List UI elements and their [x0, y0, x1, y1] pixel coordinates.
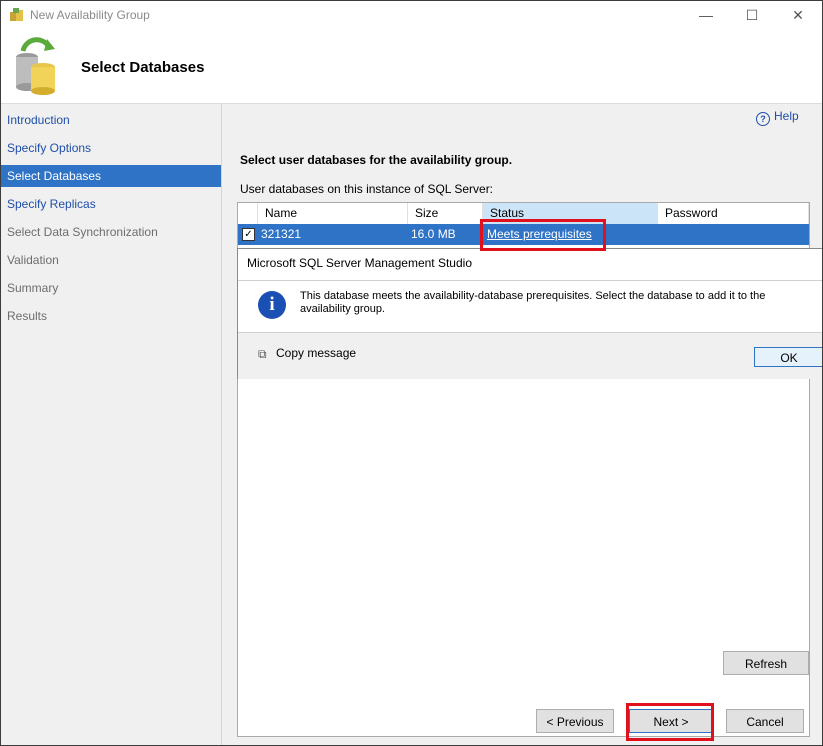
grid-caption: User databases on this instance of SQL S…	[240, 182, 494, 196]
help-icon: ?	[756, 112, 770, 126]
dialog-message: This database meets the availability-dat…	[300, 290, 766, 315]
help-link[interactable]: ? Help	[756, 109, 799, 126]
cancel-button[interactable]: Cancel	[726, 709, 804, 733]
column-header-name[interactable]: Name	[258, 203, 408, 224]
dialog-body: i This database meets the availability-d…	[238, 280, 822, 333]
cell-name: 321321	[261, 227, 302, 241]
copy-icon[interactable]: ⧉	[258, 347, 270, 361]
dialog-footer: ⧉ Copy message OK	[238, 332, 822, 379]
ok-button[interactable]: OK	[754, 347, 822, 367]
nav-item-select-data-synchronization: Select Data Synchronization	[7, 225, 158, 239]
refresh-button[interactable]: Refresh	[723, 651, 809, 675]
message-dialog: Microsoft SQL Server Management Studio i…	[237, 248, 822, 379]
column-header-size[interactable]: Size	[408, 203, 483, 224]
minimize-button[interactable]: —	[683, 1, 729, 29]
wizard-nav: Introduction Specify Options Select Data…	[1, 104, 222, 745]
column-header-select[interactable]	[238, 203, 258, 224]
title-bar: New Availability Group — ☐ ✕	[1, 1, 822, 29]
next-highlight	[626, 703, 714, 741]
window-title: New Availability Group	[30, 8, 150, 22]
dialog-title: Microsoft SQL Server Management Studio	[247, 256, 472, 270]
nav-item-specify-options[interactable]: Specify Options	[1, 137, 221, 159]
maximize-button[interactable]: ☐	[729, 1, 775, 29]
nav-item-summary: Summary	[7, 281, 59, 295]
page-title: Select Databases	[81, 59, 205, 76]
column-header-password[interactable]: Password	[658, 203, 809, 224]
main-panel: ? Help Select user databases for the avai…	[222, 104, 822, 745]
help-label: Help	[774, 109, 799, 123]
nav-item-results: Results	[7, 309, 48, 323]
nav-item-introduction[interactable]: Introduction	[1, 109, 221, 131]
database-sync-icon	[16, 37, 55, 95]
previous-button[interactable]: < Previous	[536, 709, 614, 733]
status-highlight	[480, 219, 606, 251]
app-icon	[10, 8, 23, 21]
wizard-window: New Availability Group — ☐ ✕ Select Data…	[0, 0, 823, 746]
row-checkbox[interactable]: ✓	[242, 228, 255, 241]
nav-item-specify-replicas[interactable]: Specify Replicas	[1, 193, 221, 215]
close-button[interactable]: ✕	[775, 1, 821, 29]
instruction-text: Select user databases for the availabili…	[240, 153, 513, 167]
nav-item-select-databases[interactable]: Select Databases	[1, 165, 221, 187]
cell-size: 16.0 MB	[411, 227, 456, 241]
info-icon: i	[258, 291, 286, 319]
nav-item-validation: Validation	[7, 253, 59, 267]
copy-message-link[interactable]: Copy message	[276, 346, 356, 360]
wizard-header: Select Databases	[1, 29, 822, 104]
